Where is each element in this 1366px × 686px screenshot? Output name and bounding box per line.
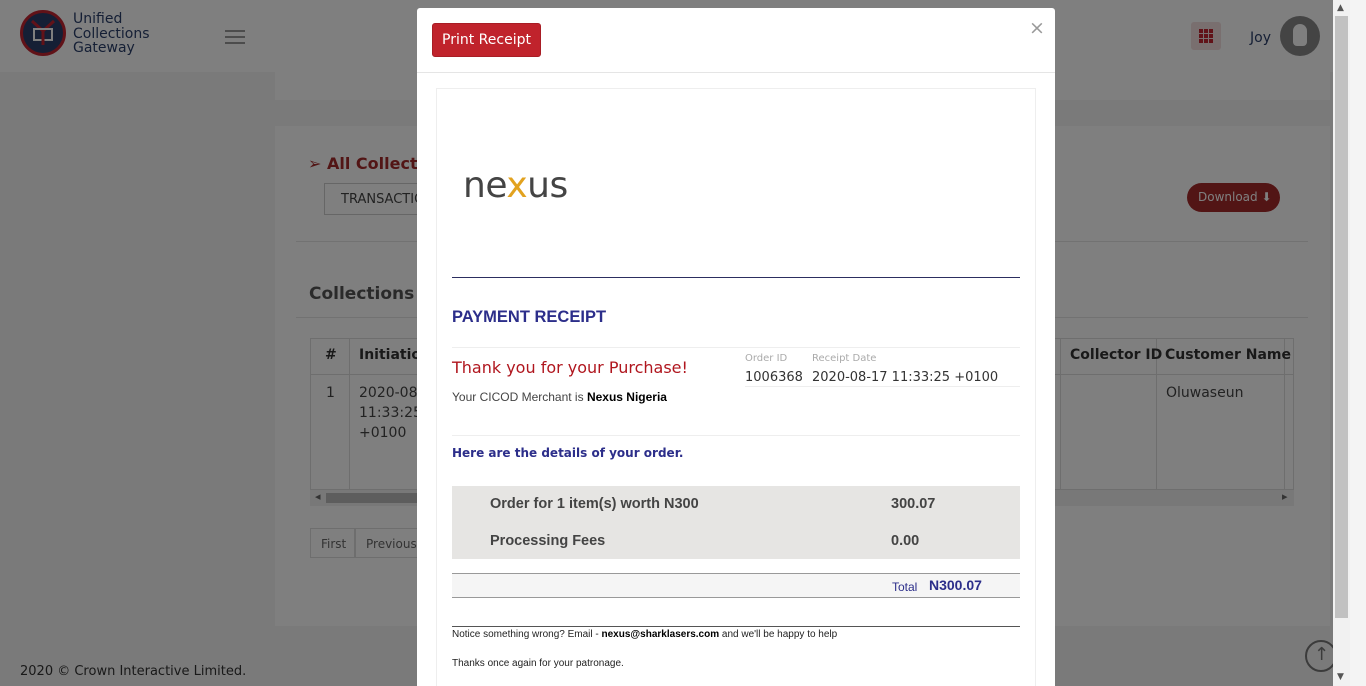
total-row: Total N300.07: [452, 573, 1020, 598]
receipt-modal: Print Receipt × nexus PAYMENT RECEIPT Th…: [417, 8, 1055, 686]
order-id-label: Order ID: [745, 353, 788, 364]
thank-you-message: Thank you for your Purchase!: [452, 358, 688, 377]
page-vertical-scrollbar[interactable]: ▲ ▼: [1333, 0, 1350, 686]
line-item-amount: 0.00: [891, 533, 920, 549]
order-details-heading: Here are the details of your order.: [452, 446, 684, 460]
scrollbar-thumb[interactable]: [1335, 16, 1348, 618]
close-icon[interactable]: ×: [1029, 17, 1045, 39]
receipt-body: nexus PAYMENT RECEIPT Thank you for your…: [436, 88, 1036, 686]
receipt-title: PAYMENT RECEIPT: [452, 308, 607, 326]
line-item-amount: 300.07: [891, 496, 936, 512]
divider: [745, 386, 1020, 387]
divider: [452, 347, 1020, 348]
scroll-down-icon[interactable]: ▼: [1337, 672, 1344, 682]
modal-header: Print Receipt ×: [417, 8, 1055, 73]
receipt-date-value: 2020-08-17 11:33:25 +0100: [812, 370, 999, 385]
support-email[interactable]: nexus@sharklasers.com: [602, 629, 720, 640]
divider: [452, 435, 1020, 436]
patronage-text: Thanks once again for your patronage.: [452, 658, 624, 669]
notice-text: Notice something wrong? Email - nexus@sh…: [452, 629, 838, 640]
line-item-name: Order for 1 item(s) worth N300: [490, 496, 699, 512]
print-receipt-button[interactable]: Print Receipt: [432, 23, 541, 57]
total-label: Total: [892, 580, 918, 594]
scroll-up-icon[interactable]: ▲: [1337, 3, 1344, 13]
total-value: N300.07: [929, 577, 982, 593]
order-id-value: 1006368: [745, 370, 803, 385]
merchant-line: Your CICOD Merchant is Nexus Nigeria: [452, 390, 667, 404]
receipt-date-label: Receipt Date: [812, 353, 877, 364]
divider: [452, 626, 1020, 627]
order-items: Order for 1 item(s) worth N300 300.07 Pr…: [452, 486, 1020, 559]
divider: [452, 277, 1020, 278]
line-item-name: Processing Fees: [490, 533, 606, 549]
nexus-logo: nexus: [463, 165, 568, 206]
